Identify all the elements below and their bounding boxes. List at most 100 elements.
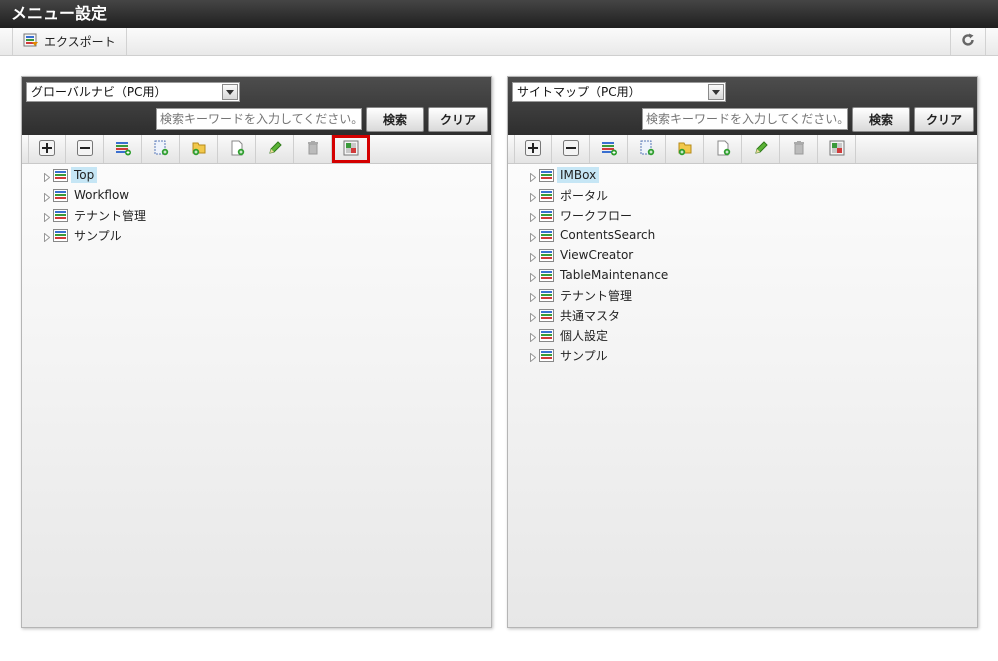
left-collapse-all-button[interactable] xyxy=(66,135,104,163)
tree-item-label[interactable]: ContentsSearch xyxy=(557,227,658,243)
chevron-down-icon xyxy=(708,84,724,100)
expand-all-icon xyxy=(39,139,55,159)
tree-item-label[interactable]: サンプル xyxy=(557,346,611,365)
expand-arrow-icon[interactable] xyxy=(44,231,51,243)
tree-item[interactable]: Workflow xyxy=(44,185,149,205)
menu-node-icon xyxy=(539,248,554,262)
tree-item[interactable]: テナント管理 xyxy=(44,205,149,225)
refresh-button[interactable] xyxy=(950,28,986,55)
menu-node-icon xyxy=(539,348,554,362)
tree-item[interactable]: サンプル xyxy=(44,225,149,245)
right-import-button[interactable] xyxy=(818,135,856,163)
right-tree-toolbar xyxy=(508,135,977,164)
left-menu-tree: Top Workflow テナント管理 サンプル xyxy=(44,165,149,245)
tree-item[interactable]: ポータル xyxy=(530,185,671,205)
export-icon xyxy=(23,33,39,50)
right-menu-tree: IMBox ポータル ワークフロー ContentsSearch ViewCreator… xyxy=(530,165,671,365)
right-add-menu-button[interactable] xyxy=(590,135,628,163)
tree-item[interactable]: 共通マスタ xyxy=(530,305,671,325)
add-file-icon xyxy=(715,140,731,159)
tree-item[interactable]: Top xyxy=(44,165,149,185)
right-delete-button[interactable] xyxy=(780,135,818,163)
tree-item-label[interactable]: サンプル xyxy=(71,226,125,245)
menu-node-icon xyxy=(539,308,554,322)
tree-item[interactable]: サンプル xyxy=(530,345,671,365)
left-add-folder-button[interactable] xyxy=(180,135,218,163)
expand-arrow-icon[interactable] xyxy=(530,271,537,283)
right-search-input[interactable] xyxy=(642,108,848,130)
left-expand-all-button[interactable] xyxy=(28,135,66,163)
main-toolbar: エクスポート xyxy=(0,28,998,56)
tree-item-label[interactable]: TableMaintenance xyxy=(557,267,671,283)
left-panel-header: グローバルナビ（PC用） 検索 クリア xyxy=(22,77,491,135)
tree-item-label[interactable]: 個人設定 xyxy=(557,326,611,345)
tree-item-label[interactable]: ポータル xyxy=(557,186,611,205)
tree-item-label[interactable]: テナント管理 xyxy=(71,206,149,225)
left-add-file-button[interactable] xyxy=(218,135,256,163)
expand-arrow-icon[interactable] xyxy=(530,231,537,243)
expand-arrow-icon[interactable] xyxy=(530,251,537,263)
import-icon xyxy=(829,140,845,159)
right-collapse-all-button[interactable] xyxy=(552,135,590,163)
expand-arrow-icon[interactable] xyxy=(530,291,537,303)
menu-node-icon xyxy=(53,228,68,242)
right-add-page-button[interactable] xyxy=(628,135,666,163)
expand-arrow-icon[interactable] xyxy=(44,191,51,203)
right-edit-button[interactable] xyxy=(742,135,780,163)
left-edit-button[interactable] xyxy=(256,135,294,163)
left-add-menu-button[interactable] xyxy=(104,135,142,163)
left-clear-button[interactable]: クリア xyxy=(428,107,488,132)
expand-arrow-icon[interactable] xyxy=(44,211,51,223)
tree-item-label[interactable]: ViewCreator xyxy=(557,247,636,263)
right-add-file-button[interactable] xyxy=(704,135,742,163)
tree-item-label[interactable]: IMBox xyxy=(557,167,600,183)
left-search-input[interactable] xyxy=(156,108,362,130)
tree-item-label[interactable]: ワークフロー xyxy=(557,206,635,225)
right-search-button[interactable]: 検索 xyxy=(852,107,910,132)
expand-arrow-icon[interactable] xyxy=(530,171,537,183)
left-delete-button[interactable] xyxy=(294,135,332,163)
left-menu-select[interactable]: グローバルナビ（PC用） xyxy=(26,82,240,102)
right-add-folder-button[interactable] xyxy=(666,135,704,163)
tree-item[interactable]: テナント管理 xyxy=(530,285,671,305)
expand-all-icon xyxy=(525,139,541,159)
add-menu-icon xyxy=(601,140,617,159)
right-menu-select[interactable]: サイトマップ（PC用） xyxy=(512,82,726,102)
tree-item-label[interactable]: Workflow xyxy=(71,187,132,203)
tree-item[interactable]: ContentsSearch xyxy=(530,225,671,245)
tree-item[interactable]: IMBox xyxy=(530,165,671,185)
tree-item[interactable]: 個人設定 xyxy=(530,325,671,345)
right-menu-select-value: サイトマップ（PC用） xyxy=(517,85,641,99)
refresh-icon xyxy=(961,33,975,50)
expand-arrow-icon[interactable] xyxy=(530,191,537,203)
left-add-page-button[interactable] xyxy=(142,135,180,163)
expand-arrow-icon[interactable] xyxy=(44,171,51,183)
delete-icon xyxy=(305,140,321,159)
expand-arrow-icon[interactable] xyxy=(530,211,537,223)
left-menu-panel: グローバルナビ（PC用） 検索 クリア Top Workflow テナント管理サンプ… xyxy=(21,76,492,628)
expand-arrow-icon[interactable] xyxy=(530,351,537,363)
menu-node-icon xyxy=(53,208,68,222)
collapse-all-icon xyxy=(76,139,93,159)
tree-item-label[interactable]: Top xyxy=(71,167,98,183)
left-import-button[interactable] xyxy=(332,135,370,163)
tree-item-label[interactable]: 共通マスタ xyxy=(557,306,623,325)
left-search-button[interactable]: 検索 xyxy=(366,107,424,132)
menu-node-icon xyxy=(539,188,554,202)
tree-item-label[interactable]: テナント管理 xyxy=(557,286,635,305)
right-panel-header: サイトマップ（PC用） 検索 クリア xyxy=(508,77,977,135)
right-clear-button[interactable]: クリア xyxy=(914,107,974,132)
add-folder-icon xyxy=(191,140,207,159)
page-title: メニュー設定 xyxy=(0,0,998,28)
menu-node-icon xyxy=(53,168,68,182)
right-expand-all-button[interactable] xyxy=(514,135,552,163)
expand-arrow-icon[interactable] xyxy=(530,311,537,323)
tree-item[interactable]: ワークフロー xyxy=(530,205,671,225)
export-button[interactable]: エクスポート xyxy=(12,28,127,55)
expand-arrow-icon[interactable] xyxy=(530,331,537,343)
delete-icon xyxy=(791,140,807,159)
menu-node-icon xyxy=(53,188,68,202)
export-label: エクスポート xyxy=(44,35,116,49)
tree-item[interactable]: TableMaintenance xyxy=(530,265,671,285)
tree-item[interactable]: ViewCreator xyxy=(530,245,671,265)
